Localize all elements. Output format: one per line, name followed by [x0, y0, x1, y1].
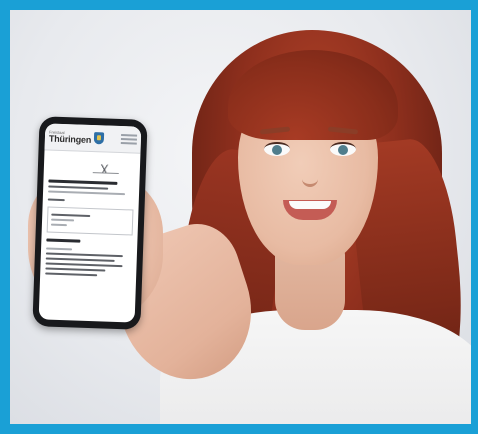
coat-of-arms-icon	[93, 132, 105, 145]
phone-screen: Freistaat Thüringen	[38, 123, 142, 323]
text-line	[45, 257, 115, 262]
image-frame: Freistaat Thüringen	[0, 0, 478, 434]
signature-mark	[92, 164, 120, 174]
text-line	[45, 262, 123, 268]
text-line	[46, 247, 72, 251]
text-line	[51, 213, 91, 218]
text-line	[45, 267, 106, 272]
text-line	[47, 198, 66, 202]
phone-app-header: Freistaat Thüringen	[44, 123, 142, 154]
document-content	[40, 150, 141, 284]
text-line	[45, 252, 124, 258]
teeth	[289, 201, 331, 209]
smartphone: Freistaat Thüringen	[32, 116, 148, 330]
text-line	[48, 190, 126, 196]
left-eye	[264, 142, 290, 156]
document-heading	[48, 179, 118, 185]
header-text-lines	[120, 134, 138, 145]
text-line	[46, 238, 81, 243]
text-line	[51, 218, 75, 222]
document-box	[46, 206, 134, 236]
nose	[302, 160, 318, 187]
brand-name: Thüringen	[48, 133, 92, 145]
right-eye	[330, 142, 356, 156]
text-line	[45, 272, 97, 277]
text-line	[50, 223, 67, 227]
text-line	[48, 185, 109, 190]
